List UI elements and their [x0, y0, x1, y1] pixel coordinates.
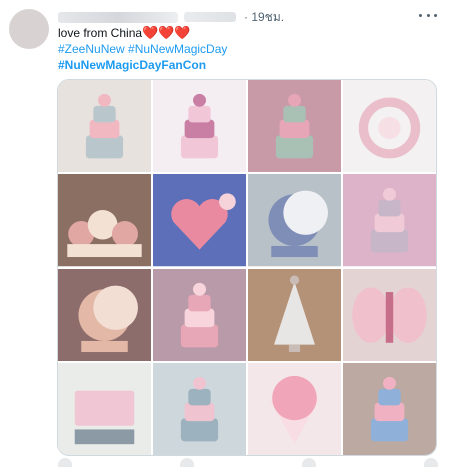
photo-thumbnail [343, 80, 436, 173]
like-icon[interactable] [302, 458, 316, 467]
share-icon[interactable] [424, 458, 438, 467]
blurred-display-name[interactable] [58, 11, 178, 23]
photo-tile[interactable] [343, 268, 436, 361]
photo-thumbnail [58, 268, 151, 361]
image-grid [57, 79, 437, 456]
photo-tile[interactable] [58, 80, 151, 173]
photo-tile[interactable] [343, 362, 436, 455]
photo-thumbnail [248, 362, 341, 455]
more-options-icon[interactable] [419, 8, 437, 22]
photo-thumbnail [58, 362, 151, 455]
photo-tile[interactable] [248, 174, 341, 267]
heart-emoji-icon: ❤️❤️❤️ [142, 25, 191, 40]
photo-thumbnail [248, 80, 341, 173]
photo-thumbnail [343, 268, 436, 361]
photo-tile[interactable] [248, 268, 341, 361]
photo-tile[interactable] [343, 174, 436, 267]
tweet-text: love from China [58, 26, 143, 40]
reply-icon[interactable] [58, 458, 72, 467]
blurred-handle[interactable] [184, 12, 236, 22]
photo-tile[interactable] [58, 362, 151, 455]
photo-tile[interactable] [153, 80, 246, 173]
photo-tile[interactable] [248, 80, 341, 173]
hashtag-fancon[interactable]: #NuNewMagicDayFanCon [58, 57, 206, 73]
tweet-timestamp[interactable]: · 19ชม. [244, 8, 284, 27]
photo-thumbnail [153, 268, 246, 361]
photo-thumbnail [248, 268, 341, 361]
action-bar [58, 458, 438, 467]
photo-thumbnail [343, 174, 436, 267]
photo-thumbnail [153, 80, 246, 173]
photo-tile[interactable] [58, 268, 151, 361]
photo-tile[interactable] [343, 80, 436, 173]
photo-tile[interactable] [248, 362, 341, 455]
tweet[interactable]: · 19ชม. love from China❤️❤️❤️ #ZeeNuNew … [0, 0, 449, 467]
photo-thumbnail [153, 362, 246, 455]
retweet-icon[interactable] [180, 458, 194, 467]
photo-thumbnail [153, 174, 246, 267]
hashtag-line[interactable]: #ZeeNuNew #NuNewMagicDay [58, 41, 227, 57]
photo-thumbnail [58, 174, 151, 267]
photo-tile[interactable] [153, 362, 246, 455]
photo-tile[interactable] [153, 268, 246, 361]
photo-tile[interactable] [58, 174, 151, 267]
photo-thumbnail [343, 362, 436, 455]
tweet-text-line: love from China❤️❤️❤️ [58, 25, 191, 41]
photo-thumbnail [248, 174, 341, 267]
avatar[interactable] [9, 9, 49, 49]
tweet-header: · 19ชม. [58, 9, 284, 25]
photo-thumbnail [58, 80, 151, 173]
photo-tile[interactable] [153, 174, 246, 267]
